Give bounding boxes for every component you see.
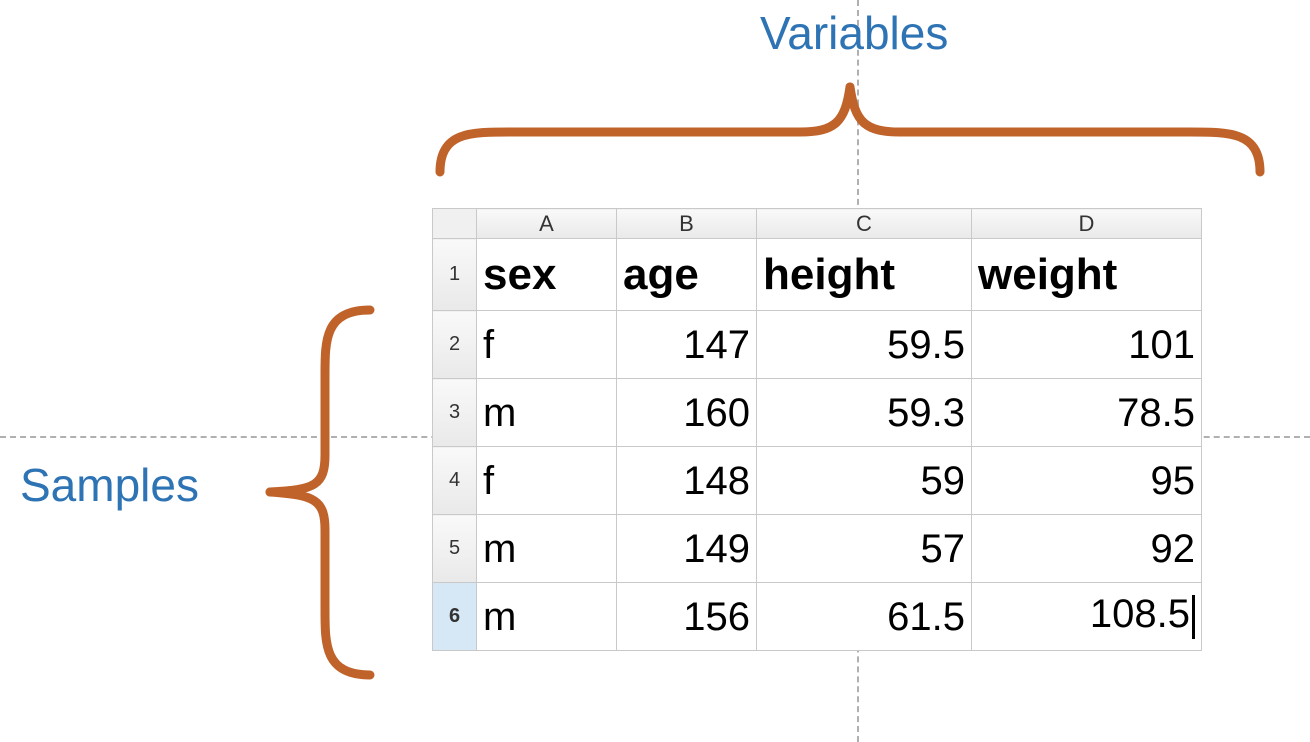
cell-C4[interactable]: 59 bbox=[757, 447, 972, 515]
table-row: 6 m 156 61.5 108.5 bbox=[433, 583, 1202, 651]
row-header-5[interactable]: 5 bbox=[433, 515, 477, 583]
row-header-3[interactable]: 3 bbox=[433, 379, 477, 447]
header-height[interactable]: height bbox=[757, 239, 972, 311]
spreadsheet: A B C D 1 sex age height weight 2 f 147 … bbox=[432, 208, 1202, 651]
cell-B6[interactable]: 156 bbox=[617, 583, 757, 651]
col-header-A[interactable]: A bbox=[477, 209, 617, 239]
variables-brace-icon bbox=[430, 72, 1270, 182]
cell-C5[interactable]: 57 bbox=[757, 515, 972, 583]
cell-C3[interactable]: 59.3 bbox=[757, 379, 972, 447]
row-header-1[interactable]: 1 bbox=[433, 239, 477, 311]
table-row: 3 m 160 59.3 78.5 bbox=[433, 379, 1202, 447]
cell-C2[interactable]: 59.5 bbox=[757, 311, 972, 379]
col-header-C[interactable]: C bbox=[757, 209, 972, 239]
cell-D2[interactable]: 101 bbox=[972, 311, 1202, 379]
row-header-2[interactable]: 2 bbox=[433, 311, 477, 379]
table-row: 2 f 147 59.5 101 bbox=[433, 311, 1202, 379]
cell-B4[interactable]: 148 bbox=[617, 447, 757, 515]
table-row: 4 f 148 59 95 bbox=[433, 447, 1202, 515]
cell-B2[interactable]: 147 bbox=[617, 311, 757, 379]
table-row: 5 m 149 57 92 bbox=[433, 515, 1202, 583]
col-header-B[interactable]: B bbox=[617, 209, 757, 239]
cell-A6[interactable]: m bbox=[477, 583, 617, 651]
row-header-6[interactable]: 6 bbox=[433, 583, 477, 651]
cell-A3[interactable]: m bbox=[477, 379, 617, 447]
cell-D5[interactable]: 92 bbox=[972, 515, 1202, 583]
col-header-D[interactable]: D bbox=[972, 209, 1202, 239]
variables-label: Variables bbox=[760, 6, 948, 60]
samples-brace-icon bbox=[230, 300, 380, 685]
cell-D4[interactable]: 95 bbox=[972, 447, 1202, 515]
cell-D6-value: 108.5 bbox=[1090, 592, 1190, 636]
column-header-row: A B C D bbox=[433, 209, 1202, 239]
cell-C6[interactable]: 61.5 bbox=[757, 583, 972, 651]
cell-D3[interactable]: 78.5 bbox=[972, 379, 1202, 447]
samples-label: Samples bbox=[20, 458, 199, 512]
cell-A4[interactable]: f bbox=[477, 447, 617, 515]
header-sex[interactable]: sex bbox=[477, 239, 617, 311]
cell-B5[interactable]: 149 bbox=[617, 515, 757, 583]
cell-A5[interactable]: m bbox=[477, 515, 617, 583]
corner-cell[interactable] bbox=[433, 209, 477, 239]
cell-A2[interactable]: f bbox=[477, 311, 617, 379]
text-cursor-icon bbox=[1192, 595, 1195, 639]
header-age[interactable]: age bbox=[617, 239, 757, 311]
table-row: 1 sex age height weight bbox=[433, 239, 1202, 311]
cell-D6[interactable]: 108.5 bbox=[972, 583, 1202, 651]
cell-B3[interactable]: 160 bbox=[617, 379, 757, 447]
row-header-4[interactable]: 4 bbox=[433, 447, 477, 515]
header-weight[interactable]: weight bbox=[972, 239, 1202, 311]
